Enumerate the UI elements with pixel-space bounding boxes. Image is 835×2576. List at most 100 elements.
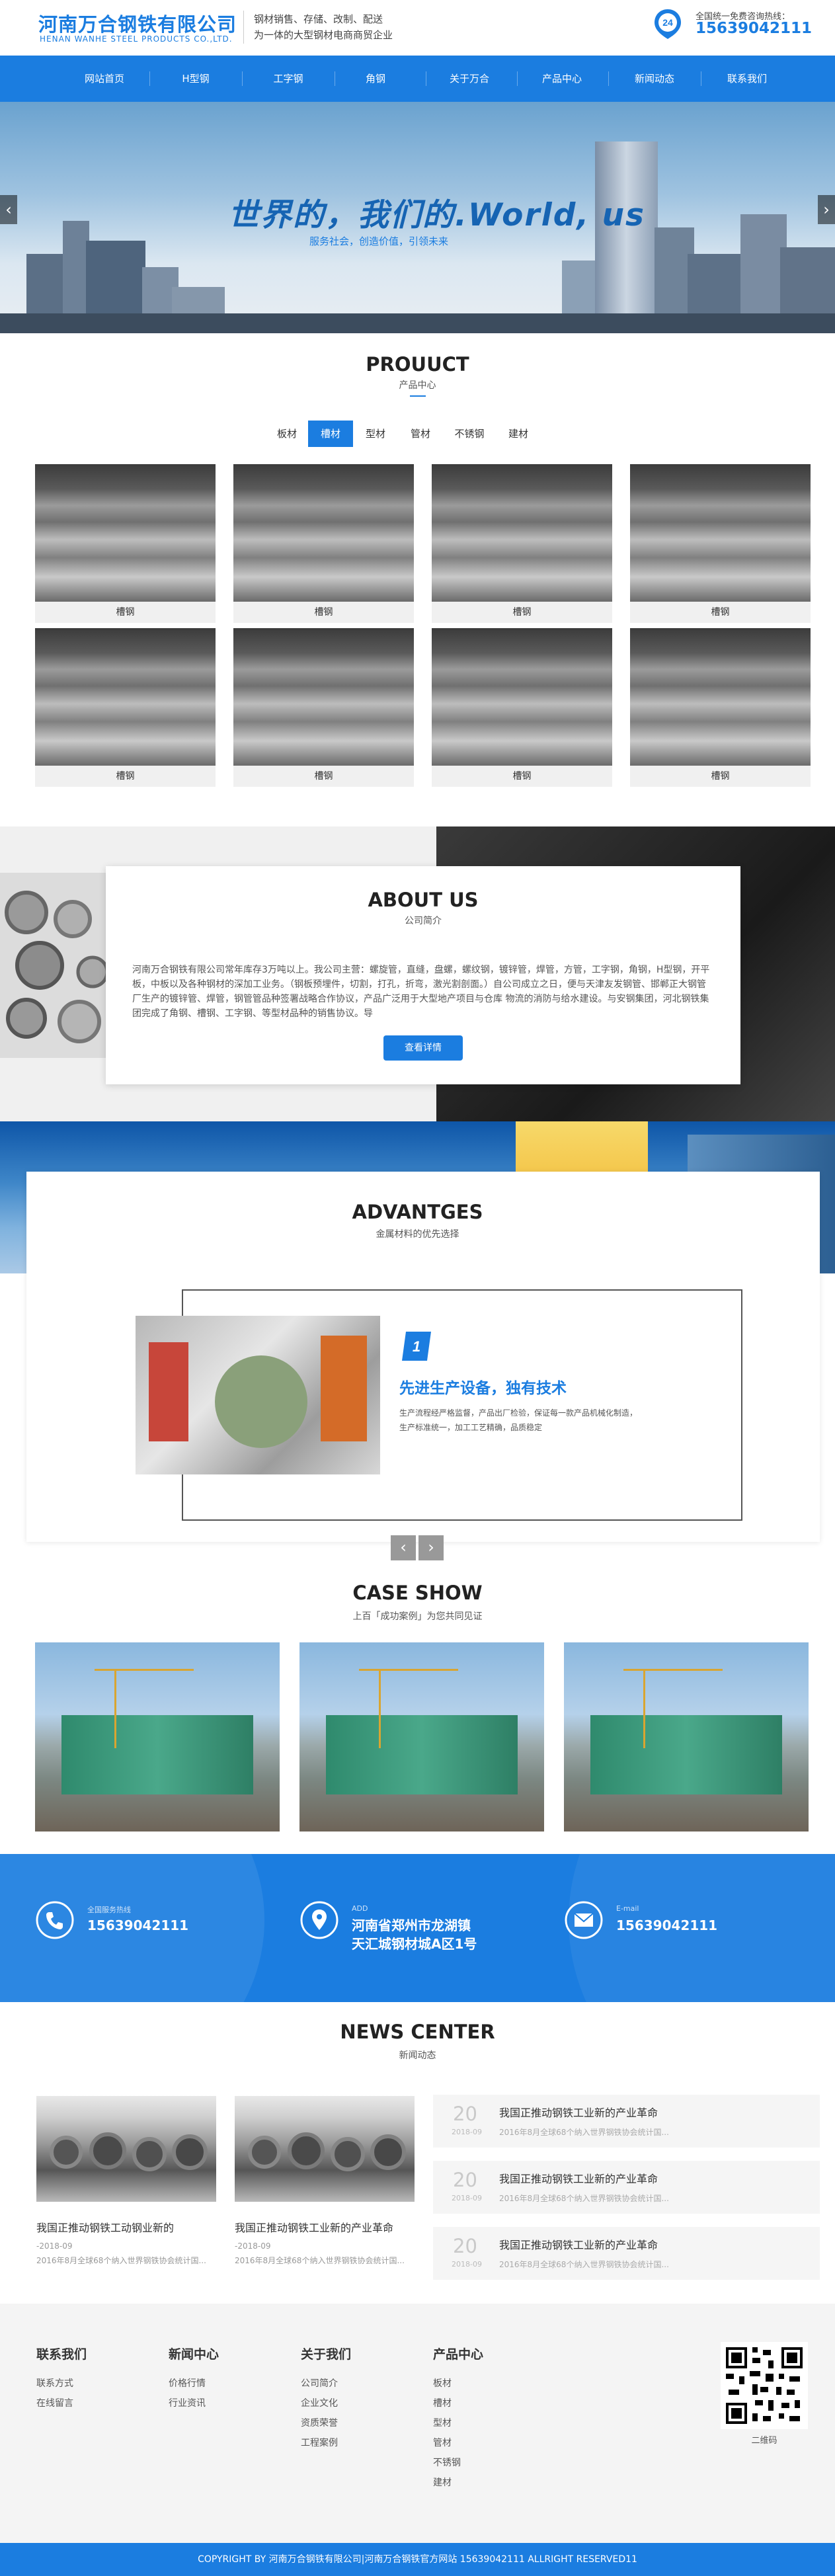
- product-image: [35, 464, 216, 602]
- copyright-bar: COPYRIGHT BY 河南万合钢铁有限公司|河南万合钢铁官方网站 15639…: [0, 2543, 835, 2576]
- phone-number[interactable]: 15639042111: [87, 1916, 188, 1935]
- advantage-heading: 先进生产设备，独有技术: [399, 1380, 567, 1397]
- advantage-number-badge: 1: [402, 1332, 431, 1361]
- product-image: [233, 464, 414, 602]
- tab-stainless[interactable]: 不锈钢: [444, 421, 495, 447]
- footer-link[interactable]: 槽材: [433, 2396, 452, 2409]
- advantages-title: ADVANTGES: [352, 1201, 483, 1223]
- news-list-day: 20: [453, 2169, 477, 2191]
- footer-heading-contact: 联系我们: [36, 2347, 87, 2362]
- tab-pipe[interactable]: 管材: [399, 421, 442, 447]
- tab-plate[interactable]: 板材: [267, 421, 307, 447]
- footer-link[interactable]: 价格行情: [169, 2376, 206, 2390]
- news-card-summary: 2016年8月全球68个纳入世界钢铁协会统计国...: [235, 2256, 405, 2265]
- footer-link[interactable]: 板材: [433, 2376, 452, 2390]
- news-list-month: 2018-09: [452, 2260, 482, 2269]
- footer-link[interactable]: 公司简介: [301, 2376, 338, 2390]
- news-subtitle: 新闻动态: [399, 2050, 436, 2061]
- advantages-subtitle: 金属材料的优先选择: [376, 1229, 459, 1240]
- nav-products[interactable]: 产品中心: [516, 56, 608, 102]
- footer-link[interactable]: 工程案例: [301, 2436, 338, 2449]
- email-value[interactable]: 15639042111: [616, 1916, 717, 1935]
- nav-news[interactable]: 新闻动态: [608, 56, 701, 102]
- product-caption: 槽钢: [711, 607, 730, 618]
- advantages-prev-button[interactable]: ‹: [391, 1535, 416, 1560]
- hotline-phone[interactable]: 15639042111: [696, 20, 812, 37]
- product-caption: 槽钢: [512, 607, 532, 618]
- nav-i-beam[interactable]: 工字钢: [242, 56, 335, 102]
- cases-subtitle: 上百「成功案例」为您共同见证: [352, 1611, 483, 1622]
- tab-building[interactable]: 建材: [497, 421, 539, 447]
- nav-h-beam[interactable]: H型钢: [149, 56, 242, 102]
- case-image[interactable]: [564, 1642, 809, 1831]
- news-list-month: 2018-09: [452, 2128, 482, 2136]
- footer-link[interactable]: 联系方式: [36, 2376, 73, 2390]
- tab-channel[interactable]: 槽材: [308, 421, 353, 447]
- banner-next-arrow[interactable]: ›: [818, 195, 835, 224]
- news-list-summary: 2016年8月全球68个纳入世界钢铁协会统计国...: [499, 2128, 669, 2137]
- logo-divider: [243, 11, 244, 44]
- banner-ground: [0, 313, 835, 333]
- logo-company-name[interactable]: 河南万合钢铁有限公司: [38, 9, 237, 37]
- news-card-title[interactable]: 我国正推动钢铁工动钢业新的: [36, 2219, 216, 2235]
- news-list-item[interactable]: 20 2018-09 我国正推动钢铁工业新的产业革命 2016年8月全球68个纳…: [433, 2095, 820, 2148]
- case-image[interactable]: [35, 1642, 280, 1831]
- product-image: [630, 464, 811, 602]
- news-card-date: -2018-09: [36, 2241, 73, 2251]
- product-card[interactable]: 槽钢: [432, 628, 612, 787]
- product-image: [630, 628, 811, 766]
- product-card[interactable]: 槽钢: [233, 628, 414, 787]
- news-list-summary: 2016年8月全球68个纳入世界钢铁协会统计国...: [499, 2194, 669, 2203]
- product-card[interactable]: 槽钢: [432, 464, 612, 623]
- nav-home[interactable]: 网站首页: [58, 56, 151, 102]
- products-subtitle: 产品中心: [399, 380, 436, 391]
- news-list-month: 2018-09: [452, 2194, 482, 2202]
- footer-link[interactable]: 在线留言: [36, 2396, 73, 2409]
- banner-title: 世界的，我们的.World, us: [228, 197, 646, 233]
- slogan-line-1: 钢材销售、存储、改制、配送: [254, 13, 383, 25]
- product-card[interactable]: 槽钢: [630, 628, 811, 787]
- email-icon: [565, 1901, 603, 1939]
- nav-angle-steel[interactable]: 角钢: [329, 56, 422, 102]
- tab-section[interactable]: 型材: [354, 421, 397, 447]
- footer-link[interactable]: 管材: [433, 2436, 452, 2449]
- footer-link[interactable]: 资质荣誉: [301, 2416, 338, 2429]
- product-card[interactable]: 槽钢: [35, 628, 216, 787]
- news-card-summary: 2016年8月全球68个纳入世界钢铁协会统计国...: [36, 2256, 206, 2265]
- product-caption: 槽钢: [314, 771, 333, 782]
- footer-link[interactable]: 型材: [433, 2416, 452, 2429]
- footer-link[interactable]: 不锈钢: [433, 2456, 461, 2469]
- slogan-line-2: 为一体的大型钢材电商商贸企业: [254, 29, 393, 41]
- nav-contact[interactable]: 联系我们: [701, 56, 793, 102]
- footer-link[interactable]: 行业资讯: [169, 2396, 206, 2409]
- product-card[interactable]: 槽钢: [630, 464, 811, 623]
- footer-heading-news: 新闻中心: [169, 2347, 219, 2362]
- banner-prev-arrow[interactable]: ‹: [0, 195, 17, 224]
- news-list-day: 20: [453, 2103, 477, 2125]
- case-image[interactable]: [299, 1642, 544, 1831]
- qr-code-image: [721, 2342, 808, 2429]
- product-image: [35, 628, 216, 766]
- news-list-item[interactable]: 20 2018-09 我国正推动钢铁工业新的产业革命 2016年8月全球68个纳…: [433, 2161, 820, 2214]
- product-card[interactable]: 槽钢: [35, 464, 216, 623]
- hotline-badge-text: 24: [662, 17, 673, 28]
- product-card[interactable]: 槽钢: [233, 464, 414, 623]
- news-list-item[interactable]: 20 2018-09 我国正推动钢铁工业新的产业革命 2016年8月全球68个纳…: [433, 2227, 820, 2280]
- products-title-underline: [410, 395, 426, 397]
- address-line-2: 天汇城钢材城A区1号: [352, 1936, 477, 1952]
- news-list-summary: 2016年8月全球68个纳入世界钢铁协会统计国...: [499, 2260, 669, 2269]
- advantages-next-button[interactable]: ›: [418, 1535, 444, 1560]
- about-details-button[interactable]: 查看详情: [383, 1035, 463, 1061]
- about-subtitle: 公司简介: [405, 916, 442, 926]
- address-label: ADD: [352, 1904, 368, 1913]
- banner-subtitle: 服务社会，创造价值，引领未来: [309, 235, 449, 247]
- product-image: [233, 628, 414, 766]
- footer-link[interactable]: 企业文化: [301, 2396, 338, 2409]
- footer-link[interactable]: 建材: [433, 2475, 452, 2489]
- product-image: [432, 628, 612, 766]
- news-image[interactable]: [235, 2096, 415, 2202]
- news-card-title[interactable]: 我国正推动钢铁工业新的产业革命: [235, 2219, 415, 2235]
- nav-about[interactable]: 关于万合: [423, 56, 516, 102]
- about-title: ABOUT US: [368, 889, 479, 911]
- news-image[interactable]: [36, 2096, 216, 2202]
